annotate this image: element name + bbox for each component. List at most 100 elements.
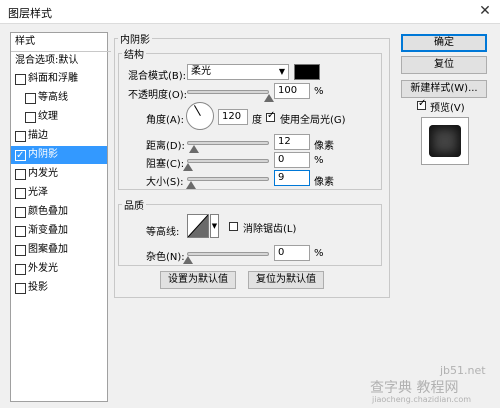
style-item-label: 颜色叠加 <box>28 206 68 217</box>
angle-label: 角度(A): <box>146 115 185 126</box>
style-item[interactable]: 描边 <box>11 127 107 145</box>
preview-swatch <box>429 125 461 157</box>
reset-button[interactable]: 复位 <box>401 56 487 74</box>
watermark-url: jiaocheng.chazidian.com <box>372 395 472 404</box>
style-item[interactable]: 内阴影 <box>11 146 107 164</box>
chevron-down-icon: ▼ <box>278 67 285 76</box>
noise-slider-thumb[interactable] <box>183 256 193 264</box>
distance-input[interactable]: 12 <box>274 134 310 150</box>
opacity-input[interactable]: 100 <box>274 83 310 99</box>
choke-slider-thumb[interactable] <box>183 163 193 171</box>
inner-shadow-title: 内阴影 <box>118 31 152 46</box>
contour-label: 等高线: <box>146 227 180 238</box>
style-item[interactable]: 外发光 <box>11 260 107 278</box>
antialias-checkbox[interactable] <box>229 222 238 231</box>
angle-needle <box>194 105 201 116</box>
style-item-label: 斜面和浮雕 <box>28 73 78 84</box>
style-item-checkbox[interactable] <box>15 188 26 199</box>
blend-mode-label: 混合模式(B): <box>128 71 187 82</box>
size-label: 大小(S): <box>146 177 184 188</box>
styles-header[interactable]: 样式 <box>11 33 111 52</box>
noise-label: 杂色(N): <box>146 252 185 263</box>
style-item-label: 图案叠加 <box>28 244 68 255</box>
quality-title: 品质 <box>122 197 146 212</box>
style-item[interactable]: 斜面和浮雕 <box>11 70 107 88</box>
style-item-checkbox[interactable] <box>15 283 26 294</box>
angle-unit: 度 <box>252 115 262 126</box>
style-item-label: 内阴影 <box>28 149 58 160</box>
close-icon[interactable]: ✕ <box>474 2 496 20</box>
watermark-domain: jb51.net <box>440 364 486 377</box>
angle-input[interactable]: 120 <box>218 109 248 125</box>
style-item-checkbox[interactable] <box>15 245 26 256</box>
noise-input[interactable]: 0 <box>274 245 310 261</box>
noise-slider[interactable] <box>187 252 269 256</box>
distance-label: 距离(D): <box>146 141 185 152</box>
antialias-label: 消除锯齿(L) <box>243 224 297 235</box>
style-item-label: 纹理 <box>38 111 58 122</box>
choke-slider[interactable] <box>187 159 269 163</box>
style-item-checkbox[interactable] <box>15 226 26 237</box>
choke-unit: % <box>314 155 324 166</box>
noise-unit: % <box>314 248 324 259</box>
shadow-color-swatch[interactable] <box>294 64 320 80</box>
distance-slider[interactable] <box>187 141 269 145</box>
contour-picker[interactable] <box>187 214 209 238</box>
size-slider[interactable] <box>187 177 269 181</box>
opacity-slider-thumb[interactable] <box>264 94 274 102</box>
contour-preview-icon <box>187 214 209 238</box>
contour-dropdown-arrow[interactable]: ▼ <box>210 214 219 238</box>
style-item-checkbox[interactable] <box>25 93 36 104</box>
size-input[interactable]: 9 <box>274 170 310 186</box>
global-light-checkbox[interactable] <box>266 110 275 122</box>
blend-mode-value: 柔光 <box>191 66 211 77</box>
style-item[interactable]: 颜色叠加 <box>11 203 107 221</box>
style-item-label: 光泽 <box>28 187 48 198</box>
opacity-label: 不透明度(O): <box>128 90 188 101</box>
distance-unit: 像素 <box>314 141 334 152</box>
style-item-checkbox[interactable] <box>15 74 26 85</box>
dialog-title-bar: 图层样式 ✕ <box>0 0 500 24</box>
new-style-button[interactable]: 新建样式(W)... <box>401 80 487 98</box>
reset-default-button[interactable]: 复位为默认值 <box>248 271 324 289</box>
style-item[interactable]: 投影 <box>11 279 107 297</box>
watermark-title: 查字典 教程网 <box>370 380 459 396</box>
blend-options-item[interactable]: 混合选项:默认 <box>11 52 111 70</box>
style-item-checkbox[interactable] <box>15 264 26 275</box>
style-item-label: 等高线 <box>38 92 68 103</box>
dialog-title: 图层样式 <box>8 7 52 20</box>
style-item-label: 投影 <box>28 282 48 293</box>
opacity-slider[interactable] <box>187 90 269 94</box>
style-item-label: 外发光 <box>28 263 58 274</box>
style-preview <box>421 117 469 165</box>
style-item[interactable]: 纹理 <box>11 108 107 126</box>
style-item-label: 内发光 <box>28 168 58 179</box>
style-item-checkbox[interactable] <box>15 207 26 218</box>
global-light-label: 使用全局光(G) <box>280 115 346 126</box>
choke-label: 阻塞(C): <box>146 159 185 170</box>
style-item-checkbox[interactable] <box>25 112 36 123</box>
size-unit: 像素 <box>314 177 334 188</box>
style-item-checkbox[interactable] <box>15 147 26 164</box>
style-item-checkbox[interactable] <box>15 131 26 142</box>
angle-dial[interactable] <box>186 102 214 130</box>
style-item[interactable]: 渐变叠加 <box>11 222 107 240</box>
style-item[interactable]: 等高线 <box>11 89 107 107</box>
opacity-unit: % <box>314 86 324 97</box>
style-item[interactable]: 光泽 <box>11 184 107 202</box>
preview-label: 预览(V) <box>430 103 465 114</box>
ok-button[interactable]: 确定 <box>401 34 487 52</box>
style-item-checkbox[interactable] <box>15 169 26 180</box>
style-item[interactable]: 内发光 <box>11 165 107 183</box>
style-item-label: 描边 <box>28 130 48 141</box>
style-item[interactable]: 图案叠加 <box>11 241 107 259</box>
choke-input[interactable]: 0 <box>274 152 310 168</box>
preview-checkbox[interactable] <box>417 98 426 110</box>
structure-title: 结构 <box>122 46 146 61</box>
size-slider-thumb[interactable] <box>186 181 196 189</box>
styles-list: 样式 混合选项:默认 斜面和浮雕等高线纹理描边内阴影内发光光泽颜色叠加渐变叠加图… <box>10 32 111 402</box>
blend-mode-select[interactable]: 柔光 ▼ <box>187 64 289 80</box>
set-default-button[interactable]: 设置为默认值 <box>160 271 236 289</box>
distance-slider-thumb[interactable] <box>189 145 199 153</box>
style-item-label: 渐变叠加 <box>28 225 68 236</box>
